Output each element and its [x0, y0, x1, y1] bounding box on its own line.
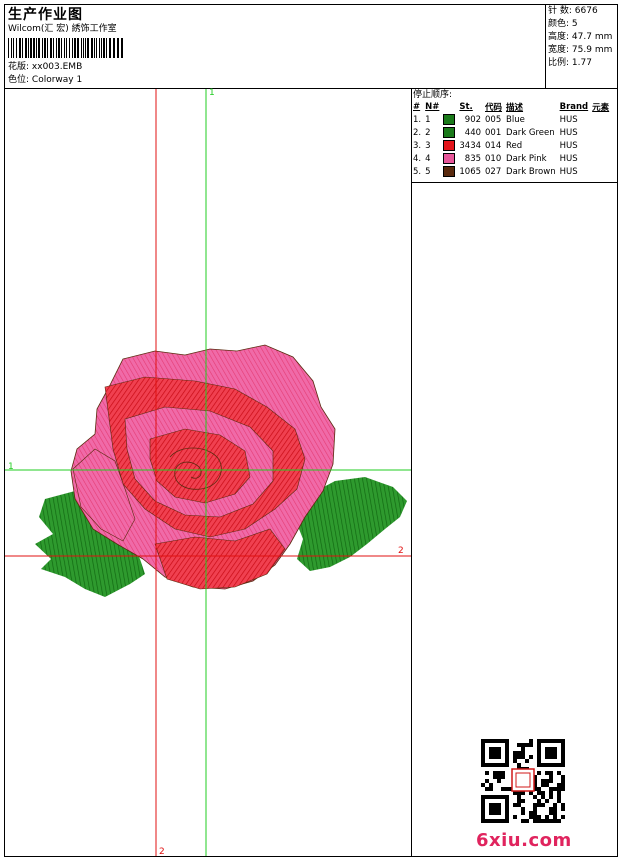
stop-sequence-row: 2. 2 440 001 Dark Green HUS [411, 126, 611, 139]
stats-divider [545, 4, 546, 88]
row-stitches: 1065 [459, 166, 482, 177]
col-stitches: St. [459, 102, 473, 112]
row-brand: HUS [559, 114, 578, 125]
stitches-value: 6676 [574, 6, 598, 16]
row-code: 010 [485, 153, 502, 164]
row-element [590, 152, 611, 165]
row-index: 1. [413, 114, 422, 125]
ratio-row: 比例: 1.77 [548, 57, 612, 70]
row-index: 5. [413, 166, 422, 177]
row-brand: HUS [559, 166, 578, 177]
studio-name: Wilcom(汇 宏) 綉饰工作室 [8, 24, 117, 34]
row-brand: HUS [559, 140, 578, 151]
ratio-value: 1.77 [571, 58, 592, 68]
guide-red-right-label: 2 [398, 546, 404, 556]
row-brand: HUS [559, 127, 578, 138]
col-desc: 描述 [506, 103, 524, 113]
color-swatch [443, 140, 456, 151]
stop-sequence-table: # N# St. 代码 描述 Brand 元素 1. 1 902 005 Blue HUS… [411, 101, 611, 178]
height-label: 高度: [548, 32, 570, 42]
row-swatch [441, 113, 457, 126]
row-code: 005 [485, 114, 502, 125]
guide-green-top-label: 1 [209, 88, 215, 98]
row-element [590, 113, 611, 126]
row-swatch [441, 126, 457, 139]
seal-stamp-icon [511, 768, 535, 792]
colorway-value: Colorway 1 [31, 75, 83, 85]
stop-sequence-row: 1. 1 902 005 Blue HUS [411, 113, 611, 126]
col-code: 代码 [485, 103, 503, 113]
row-code: 001 [485, 127, 502, 138]
row-element [590, 126, 611, 139]
row-stitches: 3434 [459, 140, 482, 151]
stop-sequence-row: 3. 3 3434 014 Red HUS [411, 139, 611, 152]
row-stitches: 440 [464, 127, 482, 138]
stop-sequence-row: 4. 4 835 010 Dark Pink HUS [411, 152, 611, 165]
stitches-row: 针 数: 6676 [548, 5, 612, 18]
page-title: 生产作业图 [8, 7, 83, 23]
qr-code [481, 739, 565, 823]
row-brand: HUS [559, 153, 578, 164]
stitches-label: 针 数: [548, 6, 572, 16]
design-value: xx003.EMB [31, 62, 83, 72]
colors-row: 颜色: 5 [548, 18, 612, 31]
stop-sequence-row: 5. 5 1065 027 Dark Brown HUS [411, 165, 611, 178]
height-row: 高度: 47.7 mm [548, 31, 612, 44]
colorway-label: 色位: [8, 75, 30, 85]
row-needle: 4 [425, 153, 431, 164]
row-needle: 1 [425, 114, 431, 125]
height-value: 47.7 mm [571, 32, 613, 42]
design-canvas [5, 89, 411, 856]
width-value: 75.9 mm [571, 45, 613, 55]
row-desc: Dark Brown [506, 166, 556, 177]
design-label: 花版: [8, 62, 30, 72]
barcode [8, 38, 124, 58]
watermark-logo: 6xiu.com [476, 830, 572, 851]
color-swatch [443, 166, 456, 177]
col-element: 元素 [592, 103, 610, 113]
width-label: 宽度: [548, 45, 570, 55]
ratio-label: 比例: [548, 58, 570, 68]
row-code: 027 [485, 166, 502, 177]
col-swatch [441, 101, 457, 113]
row-desc: Dark Pink [506, 153, 547, 164]
row-needle: 5 [425, 166, 431, 177]
row-code: 014 [485, 140, 502, 151]
row-swatch [441, 139, 457, 152]
color-swatch [443, 153, 456, 164]
guide-green-left-label: 1 [8, 462, 14, 472]
row-stitches: 902 [464, 114, 482, 125]
stop-sequence-header-row: # N# St. 代码 描述 Brand 元素 [411, 101, 611, 113]
sequence-bottom-line [411, 182, 618, 183]
stop-sequence-title: 停止顺序: [413, 90, 453, 100]
sequence-divider [411, 88, 412, 857]
row-desc: Blue [506, 114, 525, 125]
color-swatch [443, 114, 456, 125]
row-swatch [441, 165, 457, 178]
row-swatch [441, 152, 457, 165]
barcode-graphic [8, 38, 123, 58]
row-index: 3. [413, 140, 422, 151]
stats-panel: 针 数: 6676 颜色: 5 高度: 47.7 mm 宽度: 75.9 mm … [548, 5, 612, 70]
row-index: 4. [413, 153, 422, 164]
row-desc: Red [506, 140, 523, 151]
guide-red-bottom-label: 2 [159, 847, 165, 857]
row-element [590, 139, 611, 152]
design-line: 花版: xx003.EMB [8, 62, 82, 73]
colorway-line: 色位: Colorway 1 [8, 75, 82, 86]
col-index: # [413, 102, 421, 112]
width-row: 宽度: 75.9 mm [548, 44, 612, 57]
color-swatch [443, 127, 456, 138]
row-desc: Dark Green [506, 127, 555, 138]
colors-label: 颜色: [548, 19, 570, 29]
row-element [590, 165, 611, 178]
col-brand: Brand [559, 102, 589, 112]
colors-value: 5 [571, 19, 578, 29]
row-needle: 3 [425, 140, 431, 151]
row-needle: 2 [425, 127, 431, 138]
row-index: 2. [413, 127, 422, 138]
col-needle: N# [425, 102, 440, 112]
row-stitches: 835 [464, 153, 482, 164]
